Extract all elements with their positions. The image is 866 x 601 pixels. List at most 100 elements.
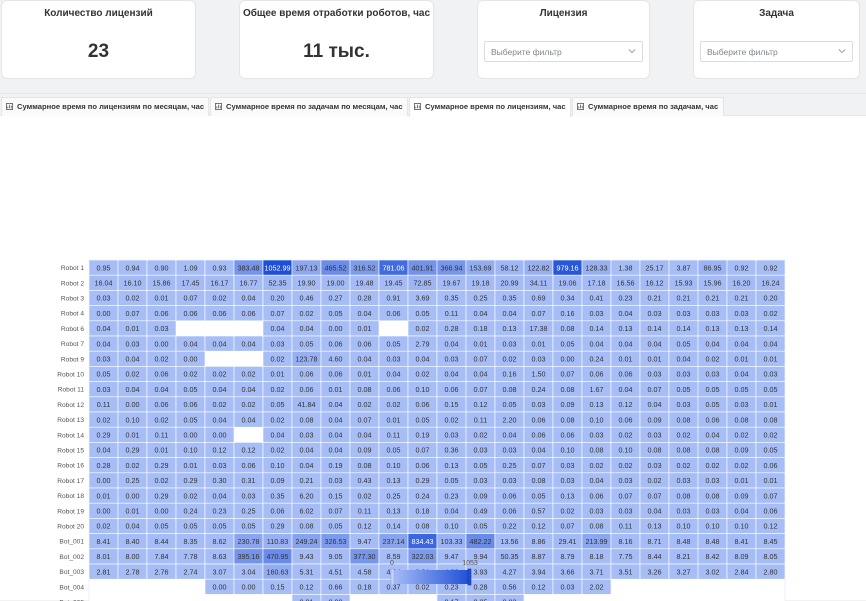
tab-licenses-total[interactable]: Суммарное время по лицензиям, час [409, 97, 571, 117]
heatmap-cell-label: 3.26 [648, 567, 662, 576]
heatmap-cell-label: 0.06 [619, 370, 633, 379]
heatmap-cell-label: 0.11 [97, 400, 110, 409]
heatmap-cell-label: 0.07 [329, 507, 343, 516]
heatmap-cell-label: 0.12 [532, 522, 546, 531]
heatmap-cell-label: 16.20 [733, 279, 751, 288]
heatmap-cell-label: 0.56 [503, 583, 517, 592]
heatmap-cell-label: 0.02 [213, 294, 227, 303]
heatmap-cell-label: 0.04 [445, 339, 459, 348]
heatmap-cell-label: 0.02 [213, 400, 227, 409]
heatmap-cell-label: 15.93 [675, 279, 693, 288]
heatmap-cell-label: 0.00 [184, 431, 198, 440]
y-tick-label: Robot 10 [57, 372, 84, 379]
heatmap-cell-label: 0.04 [474, 370, 488, 379]
heatmap-cell-label: 128.33 [586, 263, 608, 272]
heatmap-chart: 0.950.940.901.090.93383.481052.99197.134… [0, 116, 866, 601]
heatmap-cell-label: 0.02 [590, 461, 604, 470]
heatmap-cell-label: 0.57 [532, 507, 546, 516]
heatmap-cell-label: 13.56 [501, 537, 519, 546]
heatmap-cell-label: 0.13 [648, 522, 662, 531]
heatmap-cell-label: 0.36 [445, 446, 459, 455]
heatmap-cell-label: 0.00 [97, 507, 111, 516]
kpi-value: 11 тыс. [240, 41, 433, 63]
heatmap-cell-label: 0.30 [213, 476, 227, 485]
heatmap-cell-label: 50.35 [501, 552, 519, 561]
heatmap-cell-label: 2.76 [155, 567, 169, 576]
heatmap-cell-label: 0.07 [532, 461, 546, 470]
tab-tasks-by-month[interactable]: Суммарное время по задачам по месяцам, ч… [210, 97, 408, 116]
heatmap-cell-label: 3.87 [677, 263, 691, 272]
heatmap-cell-label: 0.21 [706, 294, 720, 303]
tab-tasks-total[interactable]: Суммарное время по задачам, час [572, 97, 724, 116]
heatmap-cell-label: 0.04 [677, 355, 691, 364]
license-filter-select[interactable]: Выберите фильтр [484, 41, 643, 62]
heatmap-cell-label: 0.05 [97, 370, 111, 379]
heatmap-cell-label: 0.03 [590, 309, 604, 318]
chevron-down-icon [628, 47, 636, 55]
heatmap-cell-label: 0.03 [155, 324, 169, 333]
heatmap-cell-label: 326.53 [325, 537, 347, 546]
heatmap-cell-label: 0.05 [474, 522, 488, 531]
legend-min-handle[interactable] [391, 569, 394, 585]
heatmap-cell-label: 0.06 [358, 339, 372, 348]
heatmap-cell-label: 0.18 [416, 507, 430, 516]
heatmap-cell-label: 0.08 [706, 491, 720, 500]
heatmap-cell-label: 0.00 [561, 355, 575, 364]
tab-label: Суммарное время по лицензиям по месяцам,… [17, 102, 204, 111]
heatmap-cell-label: 0.92 [764, 263, 778, 272]
heatmap-cell-label: 0.06 [300, 370, 314, 379]
kpi-title: Общее время отработки роботов, час [240, 8, 433, 19]
heatmap-cell-label: 0.04 [590, 339, 604, 348]
y-tick-label: Robot 11 [58, 387, 85, 394]
heatmap-cell-label: 0.03 [677, 370, 691, 379]
heatmap-cell-label: 0.01 [764, 400, 778, 409]
heatmap-cell-label: 0.49 [474, 507, 488, 516]
heatmap-cell-label: 3.04 [242, 567, 256, 576]
heatmap-cell-label: 0.05 [706, 400, 720, 409]
heatmap-cell-label: 0.02 [764, 431, 778, 440]
heatmap-cell-label: 0.69 [532, 294, 546, 303]
heatmap-cell-label: 0.03 [648, 461, 662, 470]
heatmap-cell-label: 0.02 [735, 431, 749, 440]
heatmap-cell-label: 0.07 [271, 309, 285, 318]
heatmap-cell-label: 0.43 [358, 476, 372, 485]
heatmap-cell-label: 0.92 [735, 263, 749, 272]
heatmap-cell-label: 0.08 [358, 461, 372, 470]
filter-title: Лицензия [478, 8, 649, 19]
heatmap-cell-label: 0.03 [271, 339, 285, 348]
heatmap-cell-label: 0.21 [648, 294, 662, 303]
heatmap-cell-label: 0.03 [97, 294, 111, 303]
heatmap-cell-label: 0.05 [242, 522, 256, 531]
heatmap-cell-label: 0.06 [619, 415, 633, 424]
legend-max-handle[interactable] [468, 569, 471, 585]
heatmap-cell-label: 8.05 [764, 552, 778, 561]
heatmap-cell-label: 0.01 [126, 431, 140, 440]
heatmap-cell-label: 0.10 [416, 385, 430, 394]
heatmap-cell-label: 0.13 [445, 461, 459, 470]
heatmap-cell-label: 0.02 [155, 415, 169, 424]
heatmap-cell-label: 0.29 [416, 476, 430, 485]
heatmap-cell-label: 249.24 [296, 537, 318, 546]
heatmap-cell-label: 19.45 [385, 279, 403, 288]
legend-min-label: 0 [390, 560, 394, 567]
heatmap-cell-label: 7.78 [184, 552, 198, 561]
heatmap-cell-label: 383.48 [238, 263, 260, 272]
heatmap-cell-label: 0.04 [213, 385, 227, 394]
select-placeholder: Выберите фильтр [491, 47, 562, 57]
heatmap-cell-label: 0.09 [561, 400, 575, 409]
y-tick-label: Robot 15 [57, 448, 84, 455]
heatmap-cell-label: 0.04 [271, 324, 285, 333]
heatmap-cell-label: 0.08 [648, 446, 662, 455]
heatmap-cell-label: 0.10 [619, 446, 633, 455]
heatmap-cell-label: 8.62 [213, 537, 227, 546]
heatmap-cell-label: 0.02 [126, 370, 140, 379]
heatmap-cell-label: 8.21 [677, 552, 691, 561]
task-filter-select[interactable]: Выберите фильтр [700, 41, 853, 62]
heatmap-cell-label: 16.77 [240, 279, 258, 288]
heatmap-cell-label: 0.06 [764, 461, 778, 470]
heatmap-cell-label: 0.05 [300, 339, 314, 348]
heatmap-cell-label: 15.96 [704, 279, 722, 288]
heatmap-cell-label: 0.05 [416, 415, 430, 424]
heatmap-cell-label: 0.12 [300, 583, 314, 592]
tab-licenses-by-month[interactable]: Суммарное время по лицензиям по месяцам,… [1, 97, 209, 116]
